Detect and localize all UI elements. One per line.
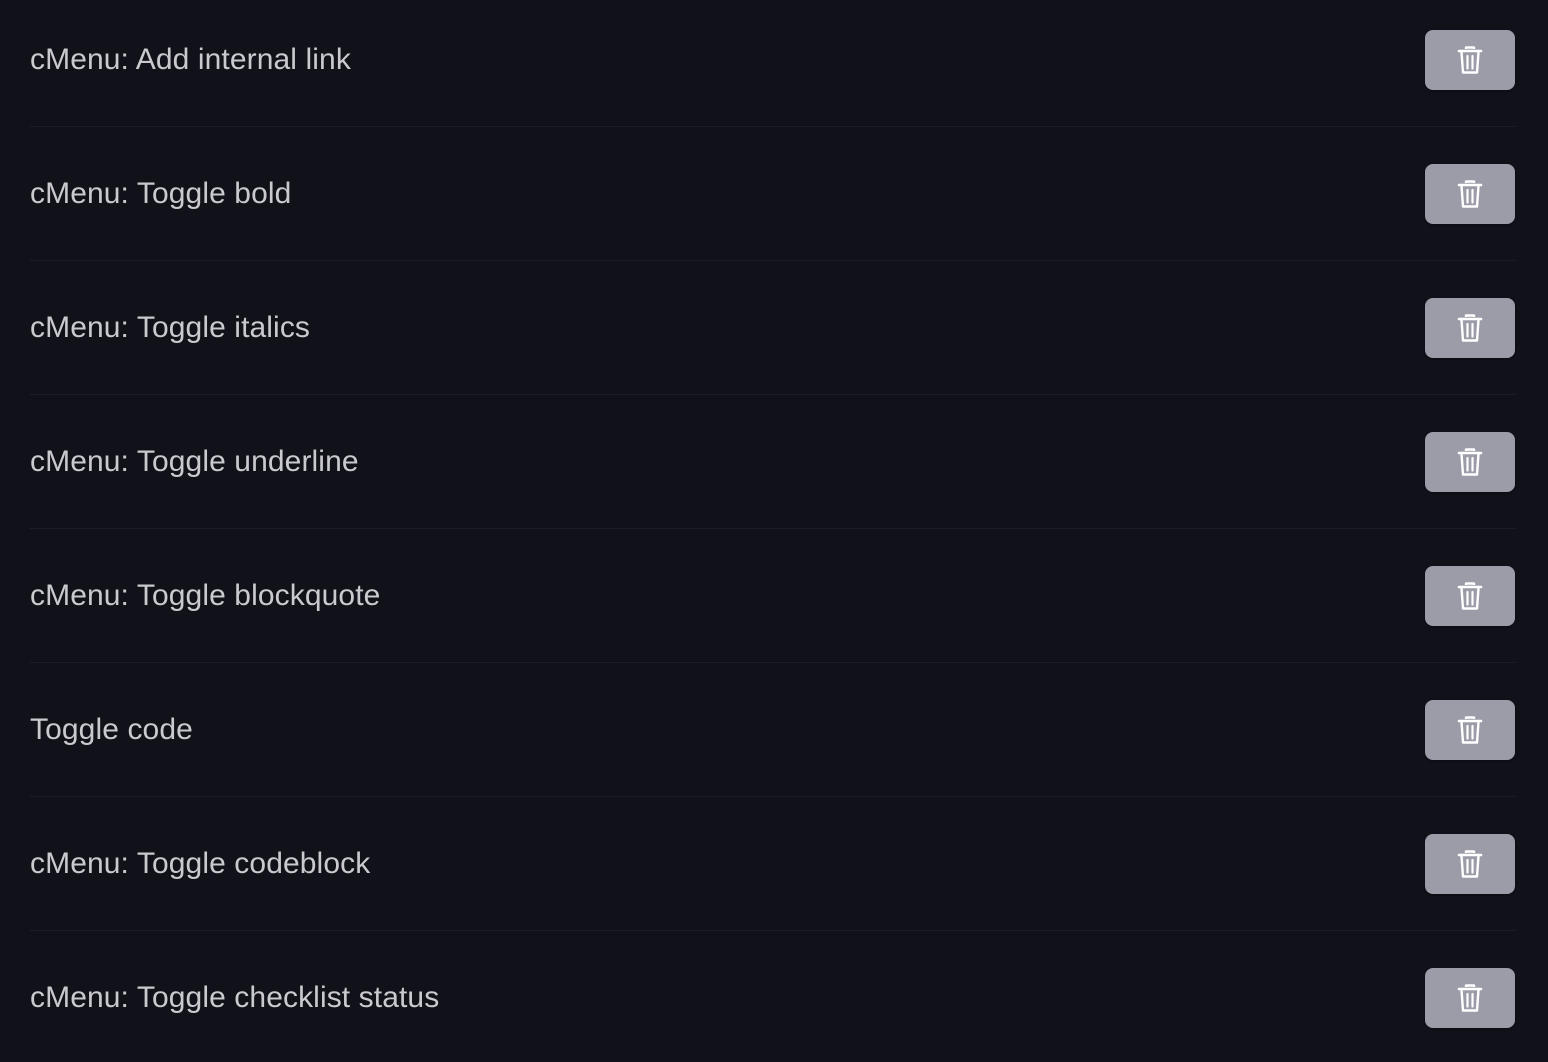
trash-icon <box>1457 447 1483 476</box>
trash-icon <box>1457 45 1483 74</box>
command-label: cMenu: Toggle bold <box>30 176 292 210</box>
delete-command-button[interactable] <box>1425 968 1515 1028</box>
command-row: cMenu: Toggle underline <box>30 395 1515 529</box>
command-list: cMenu: Add internal link cMenu: Toggle b… <box>0 0 1548 1062</box>
command-row: cMenu: Toggle codeblock <box>30 797 1515 931</box>
trash-icon <box>1457 715 1483 744</box>
command-label: cMenu: Toggle checklist status <box>30 981 440 1014</box>
command-label: cMenu: Add internal link <box>30 42 351 76</box>
delete-command-button[interactable] <box>1425 699 1515 760</box>
command-row: cMenu: Add internal link <box>30 0 1515 127</box>
command-row: cMenu: Toggle blockquote <box>30 529 1515 663</box>
command-label: cMenu: Toggle blockquote <box>30 578 381 612</box>
trash-icon <box>1457 984 1483 1012</box>
command-row: cMenu: Toggle italics <box>30 261 1515 395</box>
command-row: Toggle code <box>30 663 1515 797</box>
trash-icon <box>1457 313 1483 342</box>
delete-command-button[interactable] <box>1425 297 1515 358</box>
delete-command-button[interactable] <box>1425 431 1515 492</box>
delete-command-button[interactable] <box>1425 163 1515 224</box>
trash-icon <box>1457 179 1483 208</box>
command-label: Toggle code <box>30 712 193 746</box>
command-label: cMenu: Toggle italics <box>30 310 311 344</box>
delete-command-button[interactable] <box>1425 833 1515 894</box>
trash-icon <box>1457 849 1483 878</box>
command-label: cMenu: Toggle underline <box>30 444 359 478</box>
command-label: cMenu: Toggle codeblock <box>30 846 371 880</box>
delete-command-button[interactable] <box>1425 565 1515 626</box>
delete-command-button[interactable] <box>1425 29 1515 90</box>
trash-icon <box>1457 581 1483 610</box>
command-row: cMenu: Toggle checklist status <box>30 931 1515 1062</box>
command-row: cMenu: Toggle bold <box>30 127 1515 261</box>
